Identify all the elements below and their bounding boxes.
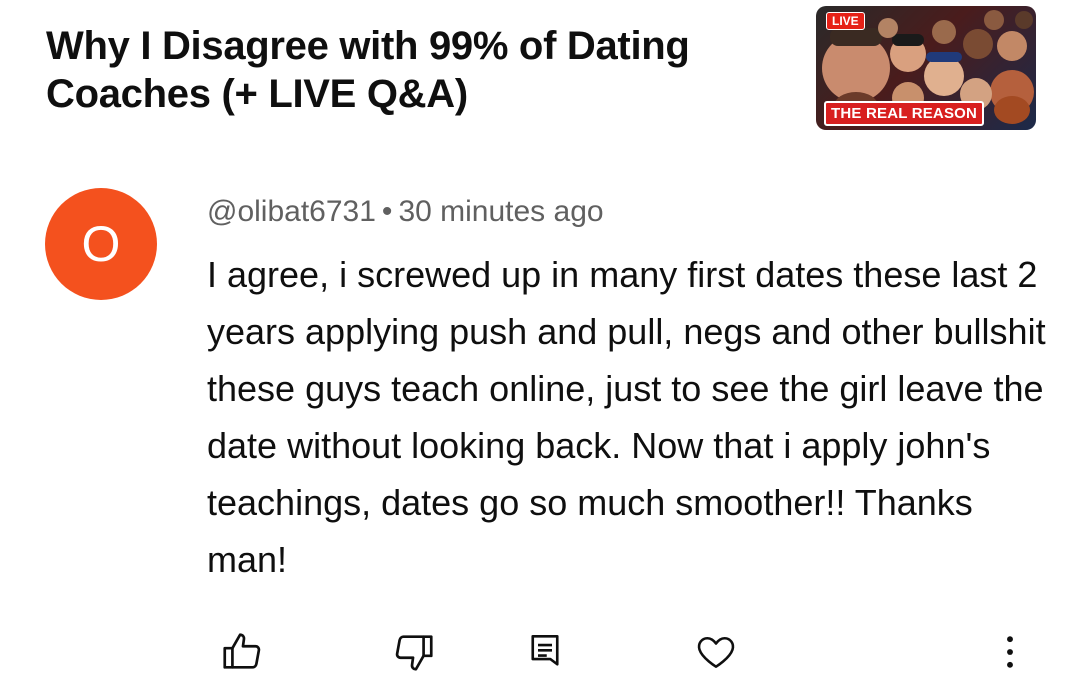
reply-icon — [531, 634, 559, 666]
video-thumbnail[interactable]: LIVE THE REAL REASON — [816, 6, 1036, 130]
meta-separator: • — [381, 195, 393, 228]
avatar[interactable]: O — [45, 188, 157, 300]
thumbs-up-icon — [223, 633, 261, 669]
video-header: Why I Disagree with 99% of Dating Coache… — [0, 0, 1080, 150]
comment: O @olibat6731 • 30 minutes ago I agree, i … — [0, 170, 1080, 699]
thumbnail-caption: THE REAL REASON — [824, 101, 985, 126]
heart-icon — [697, 636, 735, 668]
more-button[interactable] — [986, 628, 1034, 676]
reply-button[interactable] — [521, 628, 569, 676]
like-button[interactable] — [218, 628, 266, 676]
live-badge: LIVE — [826, 12, 865, 30]
comment-actions — [0, 618, 1080, 688]
comment-meta: @olibat6731 • 30 minutes ago — [207, 194, 604, 230]
video-title[interactable]: Why I Disagree with 99% of Dating Coache… — [46, 22, 786, 118]
heart-button[interactable] — [692, 628, 740, 676]
thumbs-down-icon — [395, 635, 433, 671]
avatar-letter: O — [81, 216, 121, 272]
comment-text: I agree, i screwed up in many first date… — [207, 254, 1046, 580]
more-vertical-icon — [1007, 636, 1013, 668]
comment-author[interactable]: @olibat6731 — [207, 195, 376, 228]
comment-timestamp: 30 minutes ago — [398, 195, 604, 228]
dislike-button[interactable] — [390, 628, 438, 676]
